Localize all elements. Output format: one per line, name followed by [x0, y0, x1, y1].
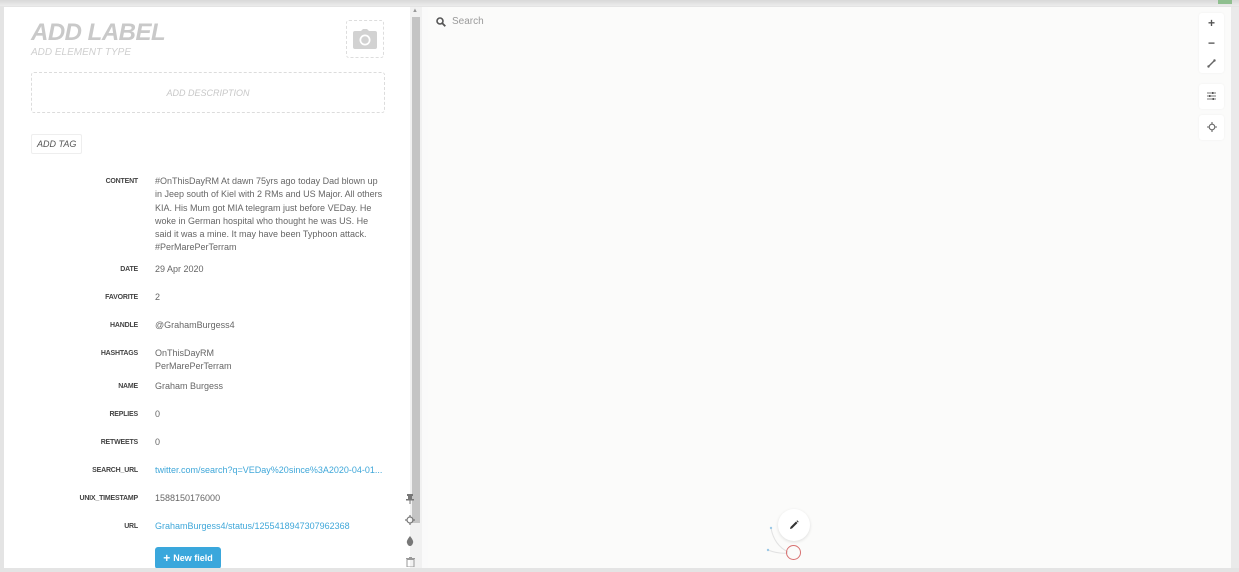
field-value[interactable]: 29 Apr 2020 — [155, 263, 387, 276]
field-row: FAVORITE 2 — [4, 291, 404, 319]
edit-button[interactable] — [778, 509, 810, 541]
add-tag-button[interactable]: ADD TAG — [31, 134, 83, 154]
field-row: NAME Graham Burgess — [4, 380, 404, 408]
new-field-button[interactable]: + New field — [155, 547, 221, 568]
graph-node — [769, 526, 773, 530]
field-row: REPLIES 0 — [4, 408, 404, 436]
field-value[interactable]: 0 — [155, 408, 387, 421]
fit-line-icon[interactable] — [1199, 53, 1224, 73]
field-row: HANDLE @GrahamBurgess4 — [4, 319, 404, 347]
canvas-search — [436, 16, 652, 27]
field-row: SEARCH_URL twitter.com/search?q=VEDay%20s… — [4, 464, 404, 492]
field-key: CONTENT — [105, 178, 139, 185]
color-drop-icon[interactable] — [403, 530, 417, 551]
field-key: URL — [124, 523, 138, 530]
element-detail-panel: ADD LABEL ADD ELEMENT TYPE ADD DESCRIPTI… — [4, 7, 414, 568]
field-key: SEARCH_URL — [92, 467, 138, 474]
field-value[interactable]: #OnThisDayRM At dawn 75yrs ago today Dad… — [155, 175, 387, 255]
window-corner-indicator — [1218, 0, 1232, 4]
field-key: HANDLE — [110, 322, 138, 329]
field-row: UNIX_TIMESTAMP 1588150176000 — [4, 492, 404, 520]
focus-icon[interactable] — [403, 509, 417, 530]
settings-sliders-icon[interactable] — [1199, 86, 1224, 106]
window-top-strip — [0, 0, 1239, 6]
field-list: CONTENT #OnThisDayRM At dawn 75yrs ago to… — [4, 175, 404, 548]
zoom-in-icon[interactable]: + — [1199, 13, 1224, 33]
panel-side-toolbar — [403, 488, 417, 572]
graph-canvas[interactable] — [428, 7, 1231, 568]
zoom-out-icon[interactable]: − — [1199, 33, 1224, 53]
settings-control — [1199, 84, 1224, 109]
zoom-controls: + − — [1199, 13, 1224, 73]
scroll-up-arrow[interactable]: ▲ — [412, 8, 418, 14]
new-field-label: New field — [173, 553, 213, 563]
field-value[interactable]: 1588150176000 — [155, 492, 387, 505]
plus-icon: + — [163, 551, 171, 565]
field-row: RETWEETS 0 — [4, 436, 404, 464]
pin-icon[interactable] — [403, 488, 417, 509]
field-key: DATE — [120, 266, 138, 273]
pencil-icon — [790, 520, 799, 529]
field-value[interactable]: Graham Burgess — [155, 380, 387, 393]
field-key: NAME — [118, 383, 138, 390]
selected-node-ring[interactable] — [786, 545, 801, 560]
field-row: HASHTAGS OnThisDayRM PerMarePerTerram — [4, 347, 404, 380]
search-icon — [436, 16, 446, 27]
description-input[interactable]: ADD DESCRIPTION — [31, 72, 385, 113]
field-value[interactable]: @GrahamBurgess4 — [155, 319, 387, 332]
center-control — [1199, 115, 1224, 140]
field-key: REPLIES — [109, 411, 138, 418]
center-focus-icon[interactable] — [1199, 117, 1224, 137]
label-input[interactable]: ADD LABEL — [31, 19, 166, 47]
field-key: FAVORITE — [105, 294, 138, 301]
field-value-link[interactable]: twitter.com/search?q=VEDay%20since%3A202… — [155, 464, 387, 477]
field-value[interactable]: 0 — [155, 436, 387, 449]
field-row: URL GrahamBurgess4/status/125541894730796… — [4, 520, 404, 548]
graph-node — [766, 548, 770, 552]
camera-icon — [353, 29, 377, 49]
trash-icon[interactable] — [403, 551, 417, 572]
panel-scrollbar-thumb[interactable] — [412, 17, 420, 523]
add-image-button[interactable] — [346, 20, 384, 58]
search-input[interactable] — [452, 16, 652, 27]
canvas-right-edge — [1231, 7, 1239, 568]
field-value[interactable]: OnThisDayRM PerMarePerTerram — [155, 347, 387, 374]
field-key: UNIX_TIMESTAMP — [79, 495, 138, 502]
field-key: RETWEETS — [100, 439, 138, 446]
field-key: HASHTAGS — [100, 350, 138, 357]
field-value-link[interactable]: GrahamBurgess4/status/125541894730796236… — [155, 520, 387, 533]
field-row: DATE 29 Apr 2020 — [4, 263, 404, 291]
element-type-input[interactable]: ADD ELEMENT TYPE — [31, 47, 131, 58]
field-row: CONTENT #OnThisDayRM At dawn 75yrs ago to… — [4, 175, 404, 263]
field-value[interactable]: 2 — [155, 291, 387, 304]
